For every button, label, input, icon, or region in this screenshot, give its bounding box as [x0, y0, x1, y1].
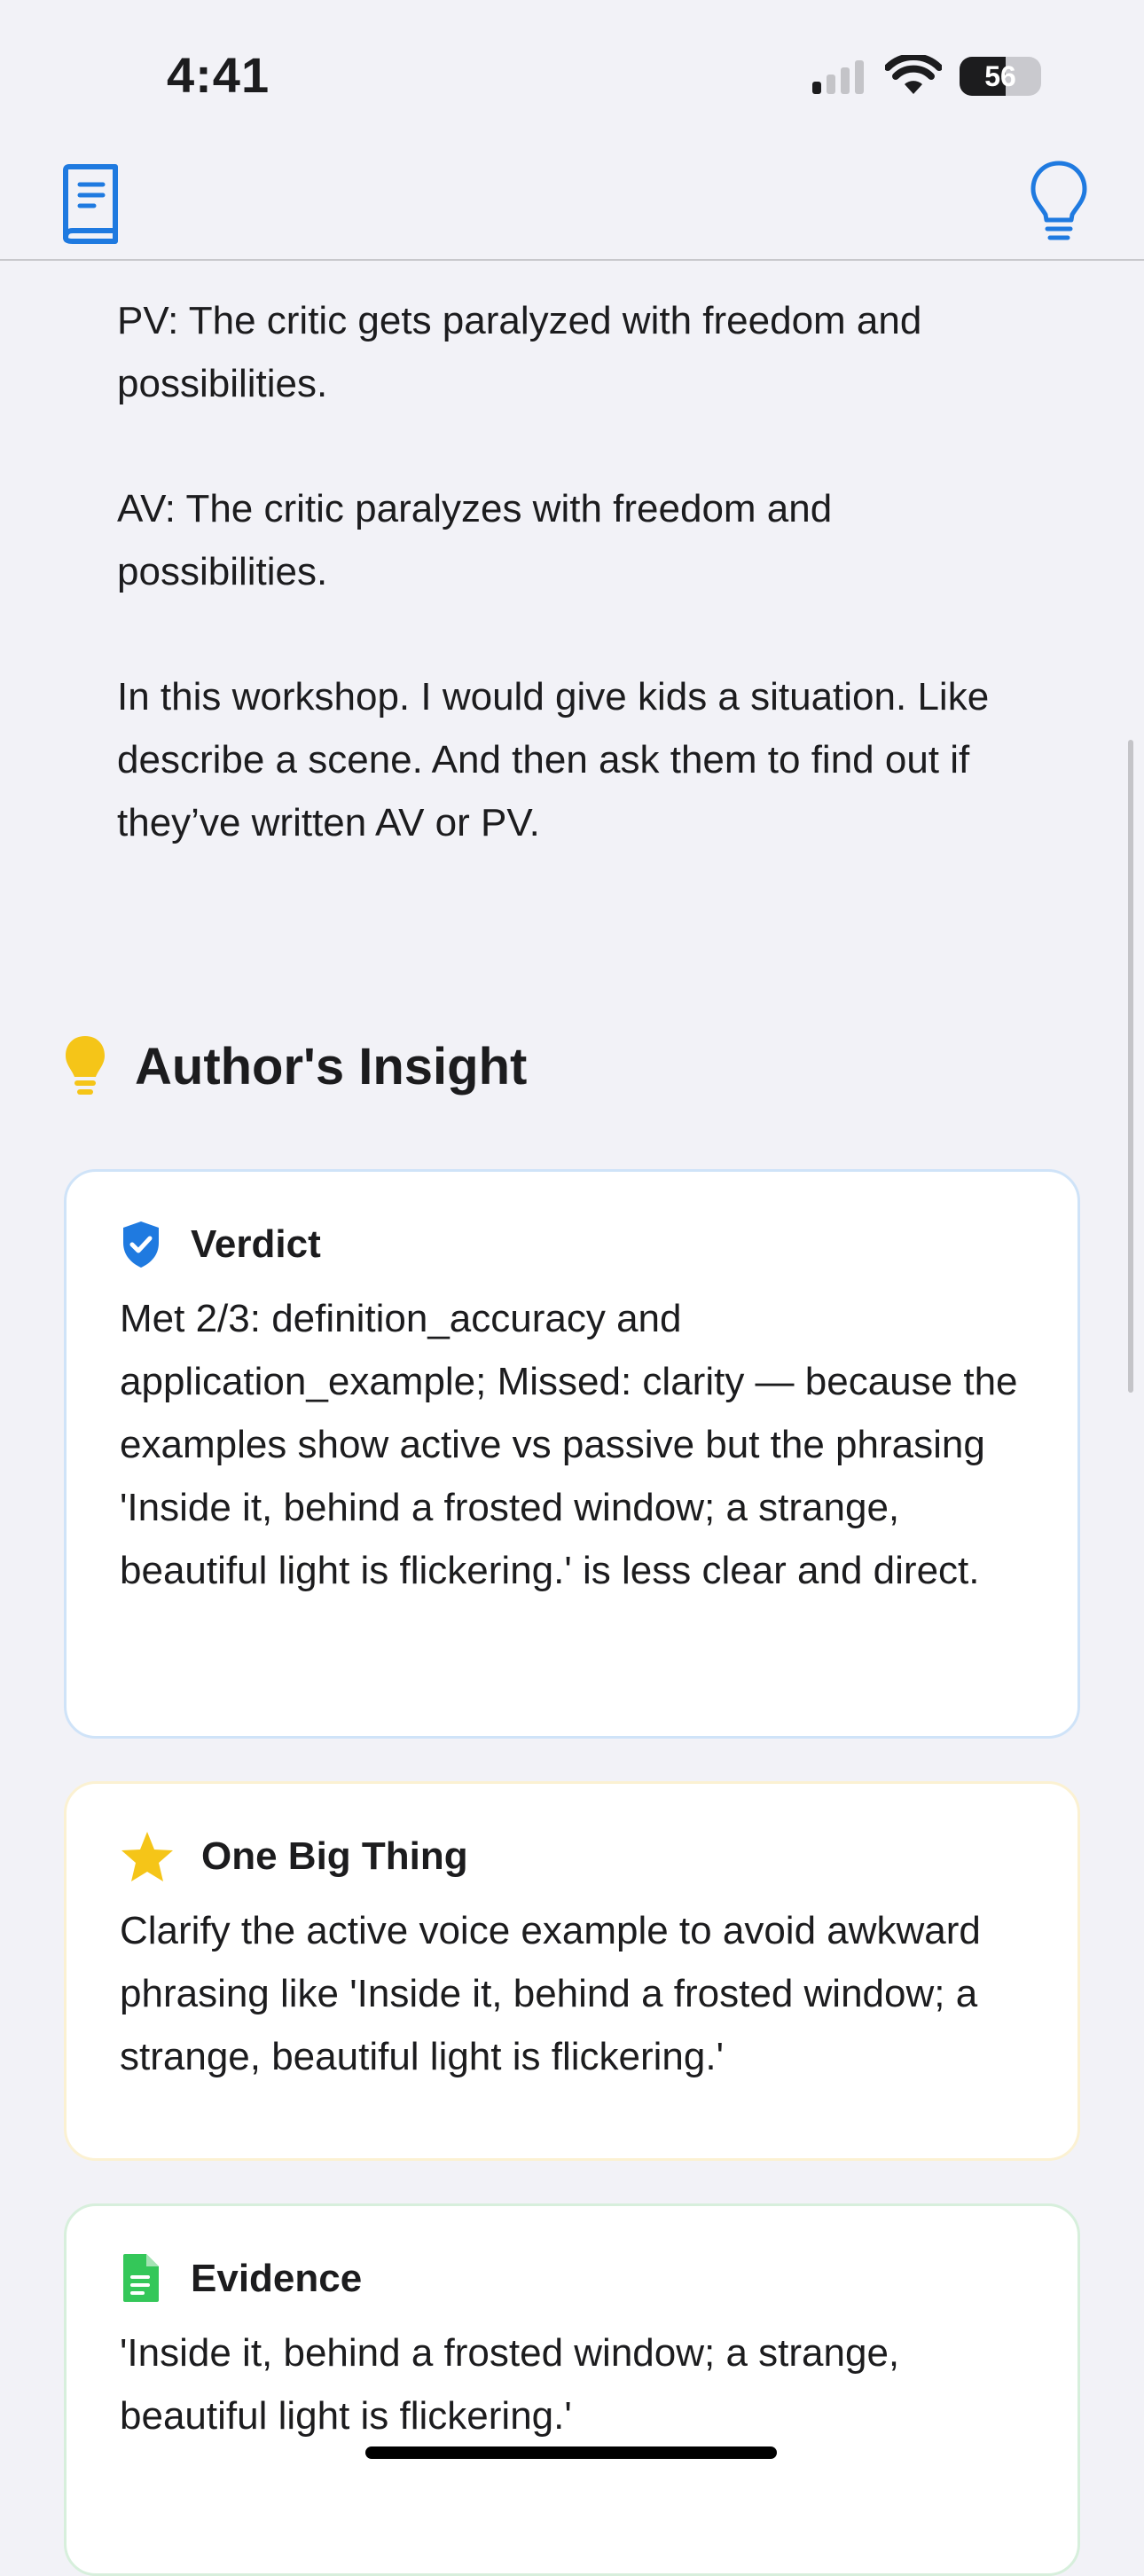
lightbulb-icon[interactable] — [1029, 160, 1089, 245]
verdict-body: Met 2/3: definition_accuracy and applica… — [120, 1297, 1018, 1592]
one-big-thing-body: Clarify the active voice example to avoi… — [120, 1909, 981, 2078]
document-icon — [123, 2254, 159, 2302]
shield-check-icon — [123, 1221, 159, 1268]
status-bar: 4:41 56 — [0, 0, 1144, 151]
cellular-signal-icon — [812, 60, 864, 94]
home-indicator[interactable] — [365, 2446, 777, 2459]
one-big-thing-title: One Big Thing — [201, 1834, 468, 1878]
lightbulb-icon — [66, 1036, 105, 1095]
one-big-thing-card: One Big Thing Clarify the active voice e… — [64, 1781, 1080, 2161]
verdict-title: Verdict — [191, 1222, 321, 1266]
nav-bar — [0, 151, 1144, 261]
battery-cap — [1034, 67, 1041, 85]
insight-title: Author's Insight — [135, 1038, 528, 1096]
evidence-title: Evidence — [191, 2257, 363, 2300]
verdict-card: Verdict Met 2/3: definition_accuracy and… — [64, 1169, 1080, 1739]
paragraph-av: AV: The critic paralyzes with freedom an… — [117, 487, 833, 593]
wifi-icon — [885, 55, 942, 94]
battery-icon: 56 — [960, 57, 1041, 96]
paragraph-workshop: In this workshop. I would give kids a si… — [117, 675, 990, 844]
book-icon[interactable] — [57, 163, 124, 245]
evidence-card: Evidence 'Inside it, behind a frosted wi… — [64, 2203, 1080, 2576]
evidence-body: 'Inside it, behind a frosted window; a s… — [120, 2331, 900, 2438]
battery-level: 56 — [984, 60, 1016, 92]
scrollbar[interactable] — [1128, 740, 1133, 1393]
status-time: 4:41 — [167, 47, 270, 103]
paragraph-pv: PV: The critic gets paralyzed with freed… — [117, 299, 922, 405]
star-icon — [121, 1832, 173, 1881]
